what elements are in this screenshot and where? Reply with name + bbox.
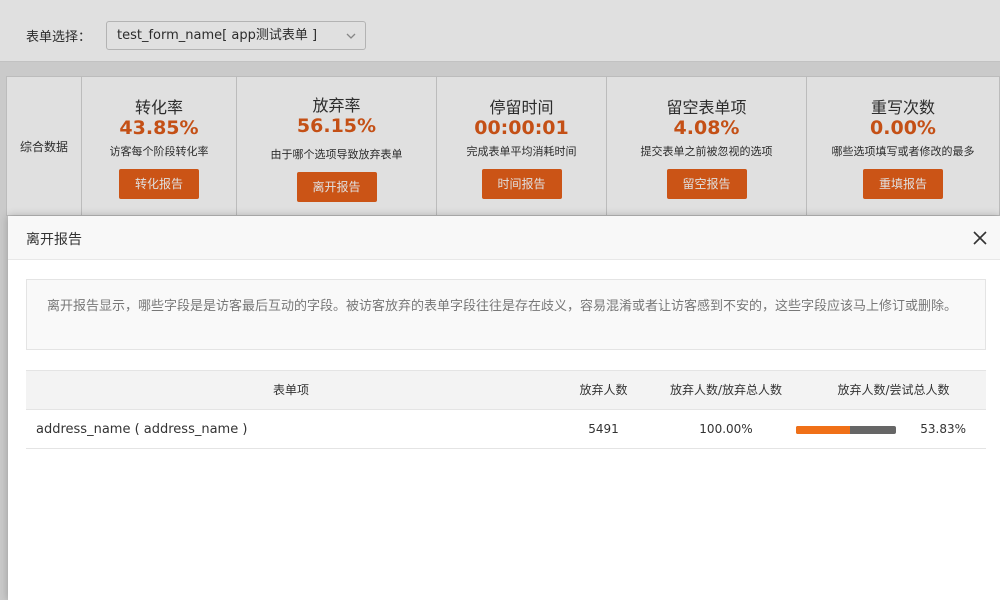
col-header-item: 表单项	[272, 383, 309, 397]
table-header: 表单项 放弃人数 放弃人数/放弃总人数 放弃人数/尝试总人数	[26, 370, 986, 410]
abandon-report-dialog: 离开报告 离开报告显示，哪些字段是是访客最后互动的字段。被访客放弃的表单字段往往…	[8, 216, 1000, 600]
col-header-ratio-total: 放弃人数/放弃总人数	[669, 383, 783, 397]
dialog-title: 离开报告	[26, 232, 82, 248]
table-row: address_name ( address_name ) 5491 100.0…	[26, 410, 986, 449]
row-ratio-try: 53.83%	[920, 422, 966, 436]
row-ratio-total: 100.00%	[699, 422, 753, 436]
dialog-notice: 离开报告显示，哪些字段是是访客最后互动的字段。被访客放弃的表单字段往往是存在歧义…	[26, 279, 986, 350]
dialog-header: 离开报告	[8, 216, 1000, 260]
progress-bar-fill	[796, 426, 850, 434]
col-header-abandon-count: 放弃人数	[579, 383, 628, 397]
progress-bar	[796, 426, 896, 434]
row-abandon-count: 5491	[588, 422, 619, 436]
abandon-table: 表单项 放弃人数 放弃人数/放弃总人数 放弃人数/尝试总人数 address_n…	[26, 370, 986, 449]
row-item: address_name ( address_name )	[36, 422, 248, 437]
close-icon[interactable]	[972, 230, 988, 246]
col-header-ratio-try: 放弃人数/尝试总人数	[837, 383, 950, 397]
